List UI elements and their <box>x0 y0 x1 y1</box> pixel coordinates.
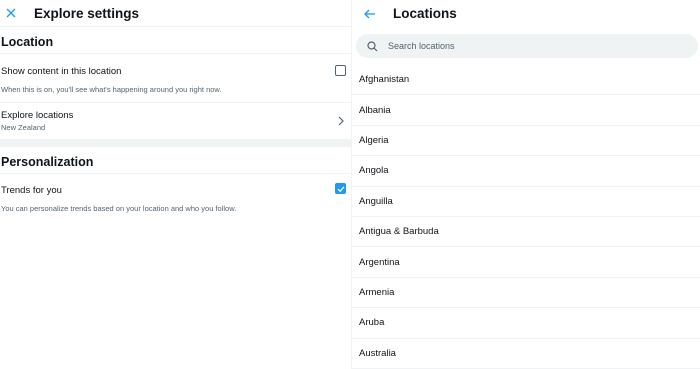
section-divider <box>0 140 351 147</box>
search-icon <box>366 40 378 52</box>
locations-list: Afghanistan Albania Algeria Angola Angui… <box>352 65 700 369</box>
show-content-checkbox[interactable] <box>335 65 346 76</box>
locations-panel: Locations Afghanistan Albania Algeria An… <box>352 0 700 369</box>
location-item-argentina[interactable]: Argentina <box>352 247 700 278</box>
location-item-australia[interactable]: Australia <box>352 339 700 369</box>
explore-locations-label: Explore locations <box>1 110 74 121</box>
location-section-title: Location <box>0 27 351 54</box>
location-item-armenia[interactable]: Armenia <box>352 278 700 309</box>
trends-checkbox[interactable] <box>335 183 346 194</box>
trends-label: Trends for you <box>1 185 62 196</box>
location-item-angola[interactable]: Angola <box>352 156 700 187</box>
explore-locations-value: New Zealand <box>1 123 46 132</box>
location-item-antigua-barbuda[interactable]: Antigua & Barbuda <box>352 217 700 248</box>
close-icon <box>6 8 16 18</box>
location-item-aruba[interactable]: Aruba <box>352 308 700 339</box>
show-content-setting: Show content in this location When this … <box>0 54 351 103</box>
explore-settings-panel: Explore settings Location Show content i… <box>0 0 352 369</box>
close-button[interactable] <box>1 3 21 23</box>
checkmark-icon <box>337 185 344 192</box>
explore-settings-header: Explore settings <box>0 0 351 27</box>
location-item-afghanistan[interactable]: Afghanistan <box>352 65 700 96</box>
search-input[interactable] <box>386 40 690 52</box>
search-box[interactable] <box>356 34 698 58</box>
back-button[interactable] <box>362 6 378 22</box>
show-content-label: Show content in this location <box>1 66 122 77</box>
location-item-albania[interactable]: Albania <box>352 95 700 126</box>
chevron-right-icon <box>338 116 344 126</box>
explore-locations-row[interactable]: Explore locations New Zealand <box>0 103 351 140</box>
locations-header: Locations <box>352 0 700 27</box>
show-content-description: When this is on, you'll see what's happe… <box>1 85 222 94</box>
location-item-algeria[interactable]: Algeria <box>352 126 700 157</box>
trends-description: You can personalize trends based on your… <box>1 204 237 213</box>
trends-setting: Trends for you You can personalize trend… <box>0 174 351 234</box>
app-root: Explore settings Location Show content i… <box>0 0 700 369</box>
location-item-anguilla[interactable]: Anguilla <box>352 187 700 217</box>
back-arrow-icon <box>364 9 375 18</box>
locations-title: Locations <box>393 6 457 21</box>
page-title: Explore settings <box>34 5 140 21</box>
personalization-section-title: Personalization <box>0 147 351 174</box>
